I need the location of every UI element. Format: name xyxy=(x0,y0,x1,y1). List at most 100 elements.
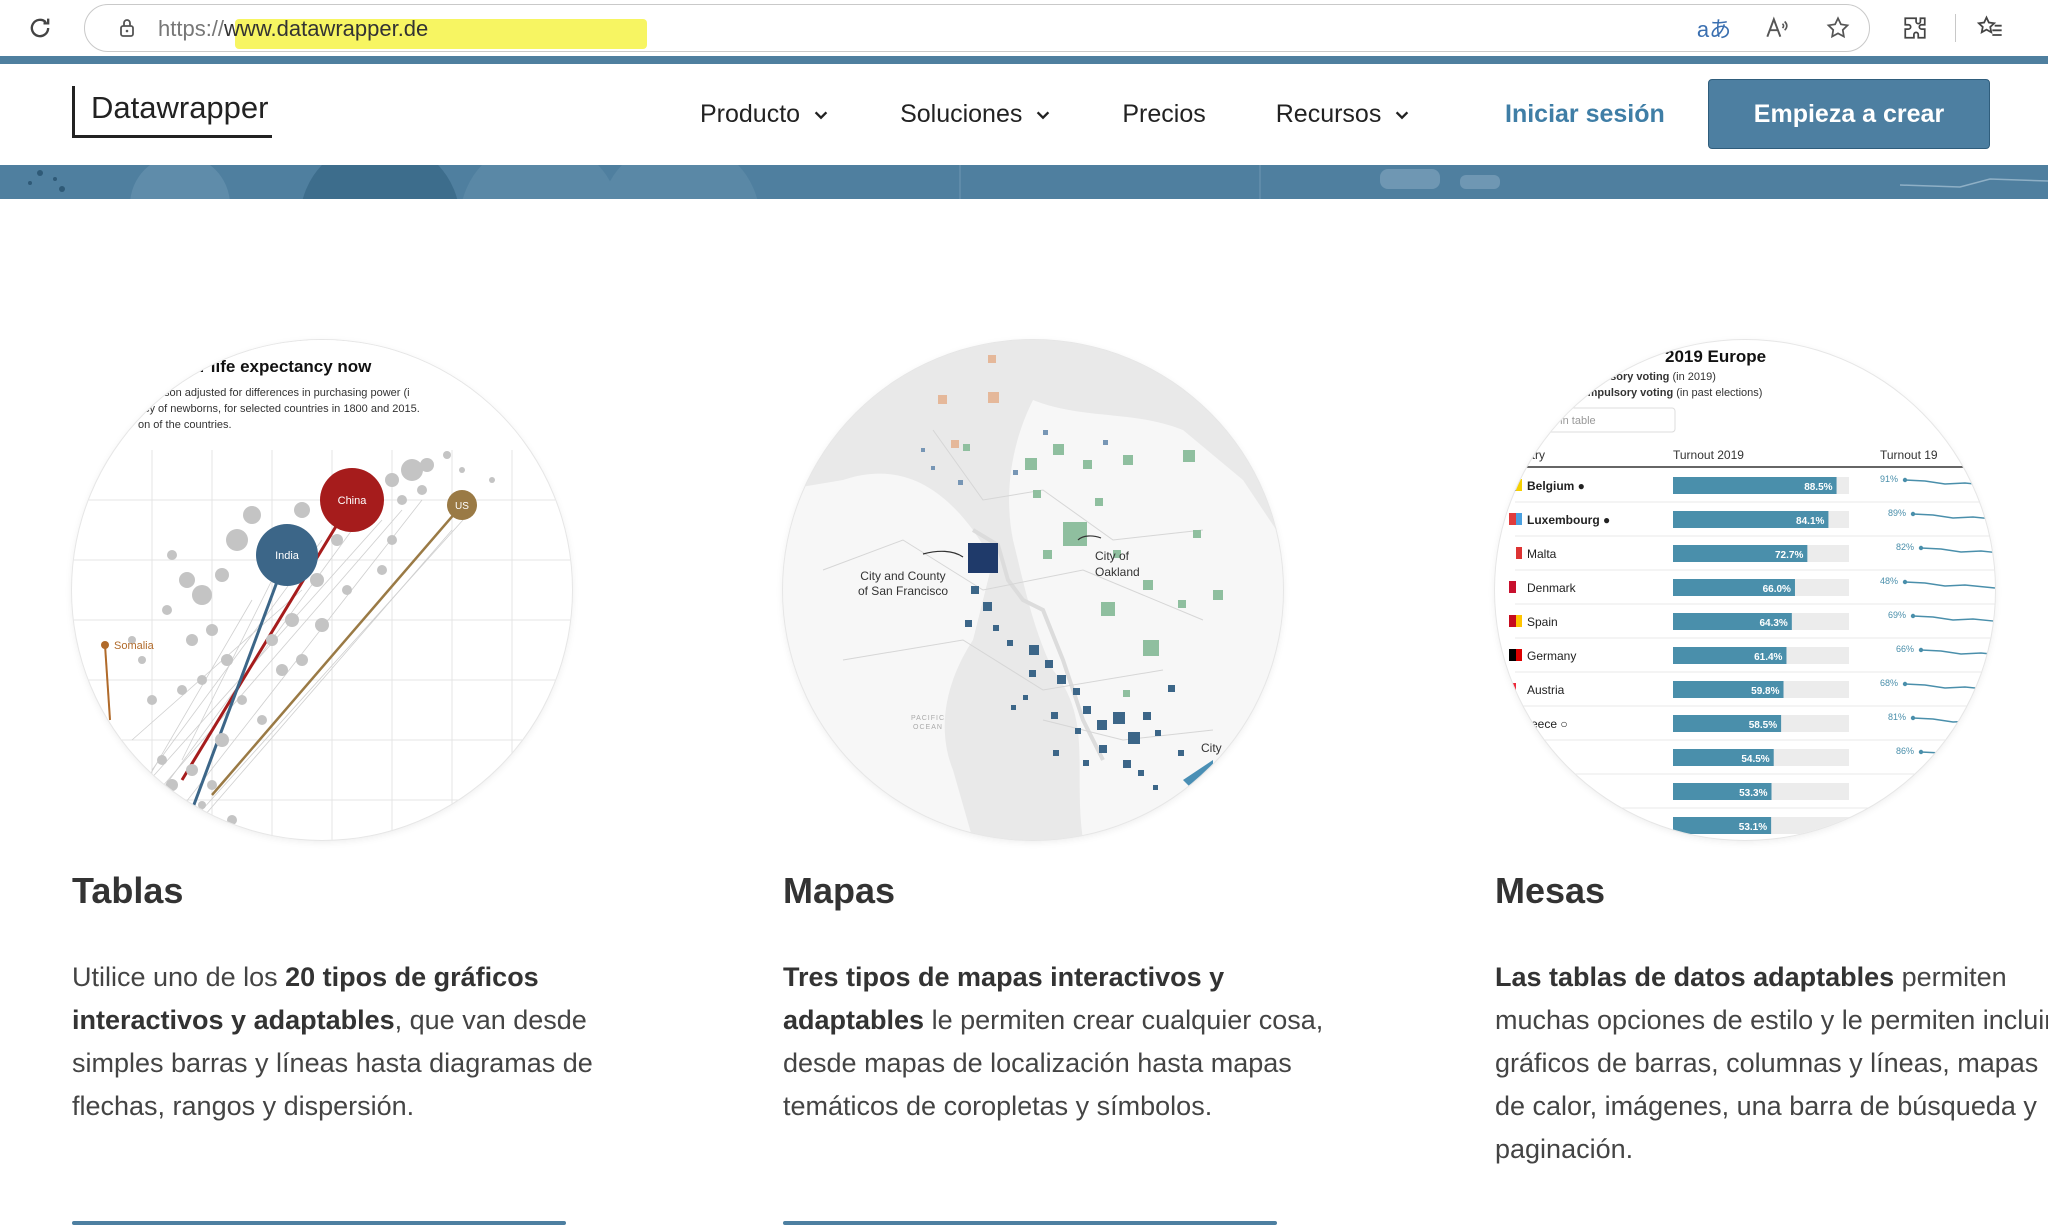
favorites-list-icon[interactable] xyxy=(1970,10,2010,46)
country-flag-icon xyxy=(1509,581,1516,593)
extensions-puzzle-icon[interactable] xyxy=(1895,10,1935,46)
country-flag-icon xyxy=(1516,547,1522,559)
chevron-down-icon xyxy=(814,110,828,119)
turnout-prev-label: 81% xyxy=(1888,712,1906,722)
favorite-star-icon[interactable] xyxy=(1807,5,1869,51)
feature-tables: 2019 Europe compulsory voting (in 2019) … xyxy=(1495,340,2048,1171)
ocean-label-line2: OCEAN xyxy=(913,724,943,731)
country-flag-icon xyxy=(1509,513,1516,525)
address-bar[interactable]: https://www.datawrapper.de aあ xyxy=(84,4,1870,52)
sf-label-line2: of San Francisco xyxy=(858,584,948,598)
legend-compulsory: compulsory voting xyxy=(1571,371,1669,383)
table-cell-country: Malta xyxy=(1527,547,1557,561)
table-search-input[interactable]: n in table xyxy=(1551,415,1596,427)
turnout-bar-label: 84.1% xyxy=(1796,516,1824,527)
nav-producto[interactable]: Producto xyxy=(700,100,830,129)
preview-table-title: 2019 Europe xyxy=(1665,347,1766,366)
nav-recursos[interactable]: Recursos xyxy=(1276,100,1412,129)
url-text[interactable]: https://www.datawrapper.de xyxy=(158,16,428,42)
reload-icon[interactable] xyxy=(22,12,58,44)
turnout-sparkline xyxy=(1920,751,1995,758)
col-header-country[interactable]: ntry xyxy=(1525,448,1545,462)
turnout-bar-label: 53.3% xyxy=(1739,788,1767,799)
turnout-sparkline-dot xyxy=(1902,579,1908,585)
turnout-prev-label: 48% xyxy=(1880,576,1898,586)
tables-preview-image: 2019 Europe compulsory voting (in 2019) … xyxy=(1495,340,1995,840)
table-cell-country: Spain xyxy=(1527,615,1558,629)
col-header-turnout-prev[interactable]: Turnout 19 xyxy=(1880,448,1938,462)
translate-icon[interactable]: aあ xyxy=(1683,5,1745,51)
col-header-turnout-2019[interactable]: Turnout 2019 xyxy=(1673,448,1744,462)
country-flag-icon xyxy=(1516,479,1522,491)
table-cell-country: Belgium ● xyxy=(1527,479,1585,493)
hero-illustration-band xyxy=(0,165,2048,199)
nav-precios[interactable]: Precios xyxy=(1122,100,1205,129)
turnout-bar-label: 66.0% xyxy=(1763,584,1791,595)
oakland-label-line2: Oakland xyxy=(1095,565,1140,579)
table-cell-country: Denmark xyxy=(1527,581,1577,595)
chevron-down-icon xyxy=(1396,110,1409,119)
turnout-prev-label: 91% xyxy=(1880,474,1898,484)
read-aloud-icon[interactable] xyxy=(1745,5,1807,51)
chevron-down-icon xyxy=(1037,110,1050,119)
turnout-sparkline-dot xyxy=(1902,681,1908,687)
country-flag-icon xyxy=(1509,649,1516,661)
turnout-bar-label: 61.4% xyxy=(1754,652,1782,663)
city-label-fragment: City xyxy=(1201,741,1222,755)
login-link[interactable]: Iniciar sesión xyxy=(1505,100,1665,129)
country-flag-icon xyxy=(1509,479,1516,491)
site-header: Datawrapper Producto Soluciones Precios … xyxy=(0,64,2048,165)
preview-chart-subtitle-1: son adjusted for differences in purchasi… xyxy=(164,387,410,399)
turnout-sparkline xyxy=(1920,649,1995,656)
somalia-label: Somalia xyxy=(114,640,155,652)
country-flag-icon xyxy=(1516,649,1522,661)
table-cell-country: Germany xyxy=(1527,649,1576,663)
charts-preview-image: China India US Somalia er life expectanc… xyxy=(72,340,572,840)
turnout-bar-label: 54.5% xyxy=(1741,754,1769,765)
lock-icon[interactable] xyxy=(115,16,139,40)
preview-chart-subtitle-2: cy of newborns, for selected countries i… xyxy=(144,403,420,415)
svg-text:n compulsory voting (in past e: n compulsory voting (in past elections) xyxy=(1565,387,1762,399)
turnout-sparkline-dot xyxy=(1910,613,1916,619)
turnout-bar-label: 64.3% xyxy=(1759,618,1787,629)
turnout-sparkline xyxy=(1912,615,1995,622)
feature-charts-description: Utilice uno de los 20 tipos de gráficos … xyxy=(72,962,593,1121)
sf-label-line1: City and County xyxy=(860,569,945,583)
country-flag-icon xyxy=(1509,615,1516,627)
country-flag-icon xyxy=(1509,547,1516,559)
india-label: India xyxy=(275,550,300,562)
turnout-sparkline-dot xyxy=(1918,749,1924,755)
table-cell-country: reece ○ xyxy=(1527,717,1568,731)
feature-tables-description: Las tablas de datos adaptables permiten … xyxy=(1495,962,2048,1164)
table-cell-country: Luxembourg ● xyxy=(1527,513,1610,527)
preview-chart-title: er life expectancy now xyxy=(190,357,372,376)
feature-tables-title: Mesas xyxy=(1495,870,1606,911)
country-flag-icon xyxy=(1516,615,1522,627)
turnout-sparkline-dot xyxy=(1918,545,1924,551)
turnout-prev-label: 82% xyxy=(1896,542,1914,552)
turnout-bar-label: 88.5% xyxy=(1804,482,1832,493)
datawrapper-logo[interactable]: Datawrapper xyxy=(72,86,272,138)
svg-text:compulsory voting (in 2019): compulsory voting (in 2019) xyxy=(1571,371,1716,383)
turnout-bar-label: 72.7% xyxy=(1775,550,1803,561)
turnout-sparkline xyxy=(1912,513,1995,520)
legend-past-tail: (in past elections) xyxy=(1676,387,1762,399)
china-label: China xyxy=(338,495,368,507)
nav-soluciones[interactable]: Soluciones xyxy=(900,100,1052,129)
turnout-sparkline-dot xyxy=(1902,477,1908,483)
turnout-sparkline xyxy=(1904,683,1995,691)
legend-compulsory-tail: (in 2019) xyxy=(1672,371,1715,383)
main-nav: Producto Soluciones Precios Recursos xyxy=(700,64,1481,165)
country-flag-icon xyxy=(1509,717,1516,729)
preview-chart-subtitle-3: on of the countries. xyxy=(138,419,232,431)
turnout-sparkline xyxy=(1912,717,1995,724)
feature-maps-title: Mapas xyxy=(783,870,896,911)
turnout-prev-label: 89% xyxy=(1888,508,1906,518)
turnout-sparkline-dot xyxy=(1910,715,1916,721)
turnout-bar-label: 59.8% xyxy=(1751,686,1779,697)
turnout-prev-label: 66% xyxy=(1896,644,1914,654)
turnout-prev-label: 86% xyxy=(1896,746,1914,756)
country-flag-icon xyxy=(1516,717,1522,729)
start-creating-button[interactable]: Empieza a crear xyxy=(1708,79,1990,149)
table-cell-country: Austria xyxy=(1527,683,1565,697)
